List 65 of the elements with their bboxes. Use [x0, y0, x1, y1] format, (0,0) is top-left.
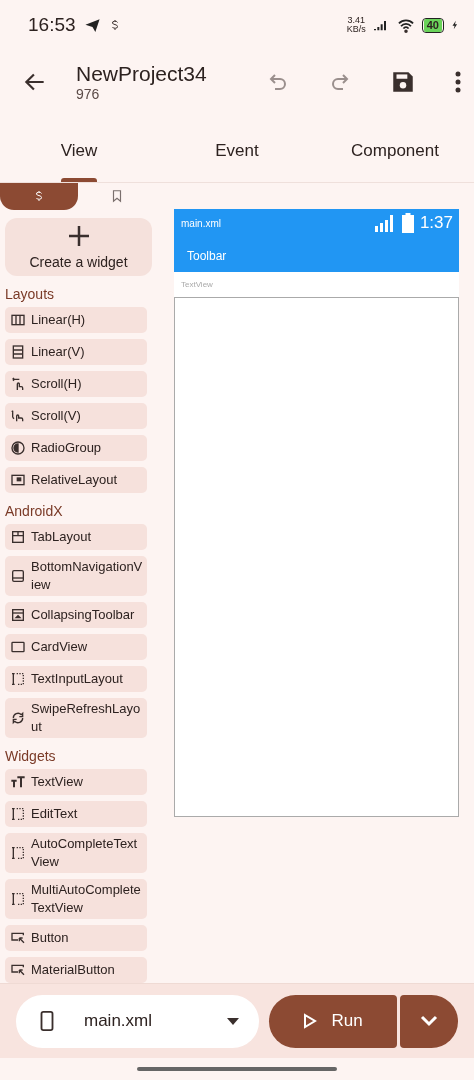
widget-palette-item[interactable]: Linear(H): [5, 307, 147, 333]
signal-bars-icon: [373, 214, 396, 232]
bookmark-icon: [110, 188, 124, 205]
plus-icon: [66, 223, 91, 248]
chevron-down-icon: [420, 1015, 438, 1027]
text-cursor-box-icon: [10, 845, 26, 861]
button-pointer-icon: [10, 930, 26, 946]
widget-palette-item[interactable]: TabLayout: [5, 524, 147, 550]
card-outline-icon: [10, 639, 26, 655]
save-icon[interactable]: [390, 69, 416, 95]
tab-window-icon: [10, 529, 26, 545]
tab[interactable]: Component: [316, 120, 474, 182]
widget-palette-item[interactable]: Scroll(V): [5, 403, 147, 429]
hand-swipe-icon: [10, 376, 26, 392]
project-id: 976: [76, 86, 101, 102]
tab[interactable]: View: [0, 120, 158, 182]
text-size-icon: [10, 774, 26, 790]
text-cursor-box-icon: [10, 671, 26, 687]
widget-palette-item[interactable]: RadioGroup: [5, 435, 147, 461]
rows-icon: [10, 344, 26, 360]
hand-swipe-icon: [10, 408, 26, 424]
refresh-arrows-icon: [10, 710, 26, 726]
collapsing-window-icon: [10, 607, 26, 623]
run-options-button[interactable]: [400, 994, 458, 1048]
status-time: 16:53: [28, 14, 76, 36]
section-heading: Widgets: [5, 748, 57, 764]
widget-palette-item[interactable]: Linear(V): [5, 339, 147, 365]
preview-clock: 1:37: [419, 213, 453, 233]
textview-preview: TextView: [174, 272, 459, 297]
half-circle-icon: [10, 440, 26, 456]
widget-palette-item[interactable]: BottomNavigationView: [5, 556, 147, 596]
create-widget-button[interactable]: Create a widget: [5, 217, 152, 276]
widget-palette-item[interactable]: Scroll(H): [5, 371, 147, 397]
widget-palette-item[interactable]: EditText: [5, 801, 147, 827]
widget-palette-item[interactable]: RelativeLayout: [5, 467, 147, 493]
text-cursor-box-icon: [10, 891, 26, 907]
section-heading: AndroidX: [5, 503, 64, 519]
widget-palette-item[interactable]: MaterialButton: [5, 957, 147, 983]
preview-file-name: main.xml: [181, 217, 221, 229]
section-heading: Layouts: [5, 286, 56, 302]
project-title: NewProject34: [76, 62, 207, 86]
palette-tab[interactable]: [0, 183, 78, 210]
bottom-bar-window-icon: [10, 568, 26, 584]
tab[interactable]: Event: [158, 120, 316, 182]
toolbar-title: Toolbar: [186, 248, 228, 263]
widget-palette-item[interactable]: Button: [5, 925, 147, 951]
more-options-icon[interactable]: [454, 70, 462, 94]
widget-palette-item[interactable]: AutoCompleteTextView: [5, 833, 147, 873]
widget-palette-item[interactable]: TextView: [5, 769, 147, 795]
button-pointer-icon: [10, 962, 26, 978]
caret-icon: [227, 1017, 239, 1025]
file-selector[interactable]: main.xml: [16, 994, 259, 1048]
widget-palette-item[interactable]: CollapsingToolbar: [5, 602, 147, 628]
widget-palette-item[interactable]: MultiAutoCompleteTextView: [5, 879, 147, 919]
widget-palette-item[interactable]: TextInputLayout: [5, 666, 147, 692]
run-button[interactable]: Run: [269, 994, 397, 1048]
widget-palette-item[interactable]: CardView: [5, 634, 147, 660]
network-speed: 3.41 KB/s: [346, 16, 366, 34]
play-icon: [303, 1013, 318, 1029]
battery-icon: [401, 213, 414, 233]
text-cursor-box-icon: [10, 806, 26, 822]
framed-square-icon: [10, 472, 26, 488]
battery-indicator: 40: [421, 17, 444, 33]
columns-icon: [10, 312, 26, 328]
widget-palette-item[interactable]: SwipeRefreshLayout: [5, 698, 147, 738]
